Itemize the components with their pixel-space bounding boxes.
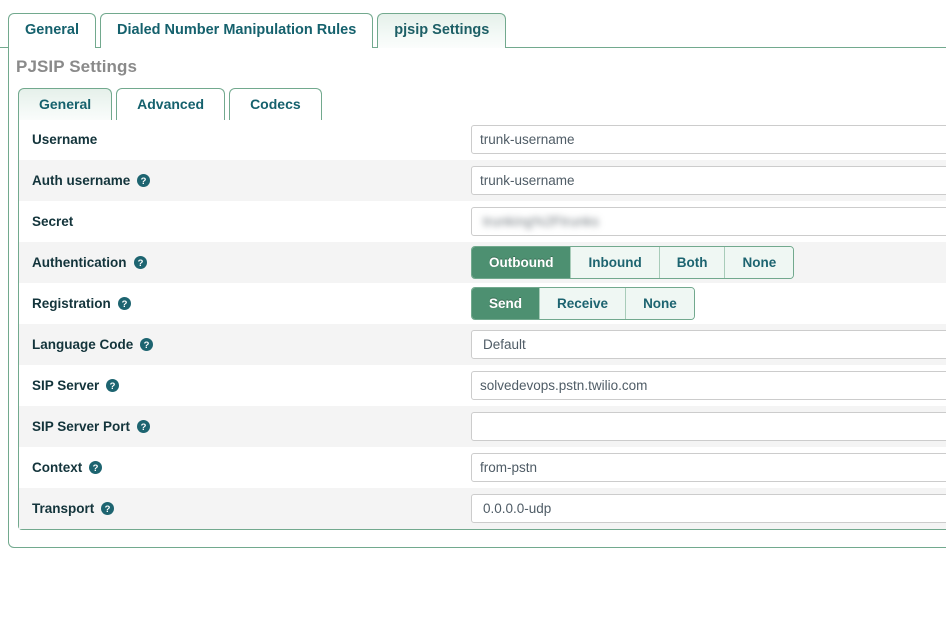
pjsip-settings-panel: PJSIP Settings General Advanced Codecs Use… xyxy=(8,47,946,548)
label-cell-authentication: Authentication? xyxy=(19,255,471,271)
label-cell-auth-username: Auth username? xyxy=(19,173,471,189)
authentication-option-both[interactable]: Both xyxy=(658,247,725,278)
settings-row-sip-server: SIP Server? xyxy=(19,365,946,406)
outer-tab-label: General xyxy=(25,22,79,38)
label-cell-registration: Registration? xyxy=(19,296,471,312)
help-circle-icon[interactable]: ? xyxy=(101,502,115,515)
auth-username-input[interactable] xyxy=(471,166,946,195)
outer-tab-label: Dialed Number Manipulation Rules xyxy=(117,22,357,38)
field-cell-language-code: Default xyxy=(471,330,946,359)
label-cell-context: Context? xyxy=(19,460,471,476)
svg-text:?: ? xyxy=(121,299,127,310)
field-cell-transport: 0.0.0.0-udp xyxy=(471,494,946,523)
help-circle-icon[interactable]: ? xyxy=(89,461,103,474)
authentication-button-group: Outbound Inbound Both None xyxy=(471,246,795,279)
inner-tab-general[interactable]: General xyxy=(18,88,113,120)
field-cell-authentication: Outbound Inbound Both None xyxy=(471,246,946,279)
field-cell-sip-server xyxy=(471,371,946,400)
username-input[interactable] xyxy=(471,125,946,154)
field-label-language-code: Language Code xyxy=(32,336,134,352)
help-circle-icon[interactable]: ? xyxy=(133,256,147,269)
settings-row-list: Username Auth username? Secret trunking%2Ft… xyxy=(19,119,946,529)
general-settings-form: Username Auth username? Secret trunking%2Ft… xyxy=(18,119,946,530)
outer-tab-label: pjsip Settings xyxy=(394,22,490,38)
field-label-authentication: Authentication xyxy=(32,254,127,270)
secret-input[interactable]: trunking%2Ftrunks xyxy=(471,207,946,236)
settings-row-secret: Secret trunking%2Ftrunks xyxy=(19,201,946,242)
settings-row-auth-username: Auth username? xyxy=(19,160,946,201)
outer-tab-dialed-number-manipulation-rules[interactable]: Dialed Number Manipulation Rules xyxy=(100,13,374,48)
help-circle-icon[interactable]: ? xyxy=(137,420,151,433)
inner-tab-advanced[interactable]: Advanced xyxy=(116,88,226,120)
label-cell-sip-server: SIP Server? xyxy=(19,378,471,394)
context-input[interactable] xyxy=(471,453,946,482)
field-label-username: Username xyxy=(32,131,98,147)
field-cell-sip-server-port xyxy=(471,412,946,441)
sip-server-port-input[interactable] xyxy=(471,412,946,441)
svg-text:?: ? xyxy=(110,381,116,392)
svg-text:?: ? xyxy=(137,258,143,269)
language-code-select[interactable]: Default xyxy=(471,330,946,359)
settings-row-sip-server-port: SIP Server Port? xyxy=(19,406,946,447)
svg-text:?: ? xyxy=(141,176,147,187)
field-label-registration: Registration xyxy=(32,295,111,311)
field-cell-auth-username xyxy=(471,166,946,195)
field-label-context: Context xyxy=(32,459,83,475)
field-label-transport: Transport xyxy=(32,500,95,516)
label-cell-language-code: Language Code? xyxy=(19,337,471,353)
authentication-option-none[interactable]: None xyxy=(724,247,794,278)
field-cell-secret: trunking%2Ftrunks xyxy=(471,207,946,236)
settings-row-username: Username xyxy=(19,119,946,160)
label-cell-transport: Transport? xyxy=(19,501,471,517)
field-label-secret: Secret xyxy=(32,213,74,229)
help-circle-icon[interactable]: ? xyxy=(117,297,131,310)
help-circle-icon[interactable]: ? xyxy=(140,338,154,351)
svg-text:?: ? xyxy=(144,340,150,351)
settings-row-transport: Transport? 0.0.0.0-udp xyxy=(19,488,946,529)
outer-tab-general[interactable]: General xyxy=(8,13,96,48)
settings-row-registration: Registration? Send Receive None xyxy=(19,283,946,324)
field-cell-context xyxy=(471,453,946,482)
registration-option-none[interactable]: None xyxy=(625,288,694,319)
field-label-sip-server-port: SIP Server Port xyxy=(32,418,131,434)
language-code-selected-value: Default xyxy=(483,337,526,352)
authentication-option-outbound[interactable]: Outbound xyxy=(472,247,571,278)
registration-option-send[interactable]: Send xyxy=(472,288,540,319)
inner-tab-label: General xyxy=(39,96,92,112)
inner-tab-label: Advanced xyxy=(137,96,205,112)
help-circle-icon[interactable]: ? xyxy=(137,174,151,187)
authentication-option-inbound[interactable]: Inbound xyxy=(570,247,659,278)
field-cell-registration: Send Receive None xyxy=(471,287,946,320)
outer-tab-bar: General Dialed Number Manipulation Rules p… xyxy=(0,13,507,48)
transport-selected-value: 0.0.0.0-udp xyxy=(483,501,552,516)
secret-value-redacted: trunking%2Ftrunks xyxy=(483,214,599,229)
outer-tab-pjsip-settings[interactable]: pjsip Settings xyxy=(377,13,507,48)
pjsip-settings-screen: General Dialed Number Manipulation Rules p… xyxy=(0,0,946,620)
label-cell-sip-server-port: SIP Server Port? xyxy=(19,419,471,435)
inner-tab-codecs[interactable]: Codecs xyxy=(229,88,322,120)
field-label-sip-server: SIP Server xyxy=(32,377,100,393)
settings-row-authentication: Authentication? Outbound Inbound Both None xyxy=(19,242,946,283)
sip-server-input[interactable] xyxy=(471,371,946,400)
svg-text:?: ? xyxy=(141,422,147,433)
registration-button-group: Send Receive None xyxy=(471,287,695,320)
page-title: PJSIP Settings xyxy=(16,57,138,76)
label-cell-secret: Secret xyxy=(19,214,471,230)
svg-text:?: ? xyxy=(93,463,99,474)
inner-tab-label: Codecs xyxy=(250,96,301,112)
transport-select[interactable]: 0.0.0.0-udp xyxy=(471,494,946,523)
field-label-auth-username: Auth username xyxy=(32,172,131,188)
settings-row-language-code: Language Code? Default xyxy=(19,324,946,365)
inner-tab-bar: General Advanced Codecs xyxy=(9,88,946,120)
svg-text:?: ? xyxy=(105,504,111,515)
settings-row-context: Context? xyxy=(19,447,946,488)
label-cell-username: Username xyxy=(19,132,471,148)
field-cell-username xyxy=(471,125,946,154)
help-circle-icon[interactable]: ? xyxy=(106,379,120,392)
registration-option-receive[interactable]: Receive xyxy=(539,288,626,319)
